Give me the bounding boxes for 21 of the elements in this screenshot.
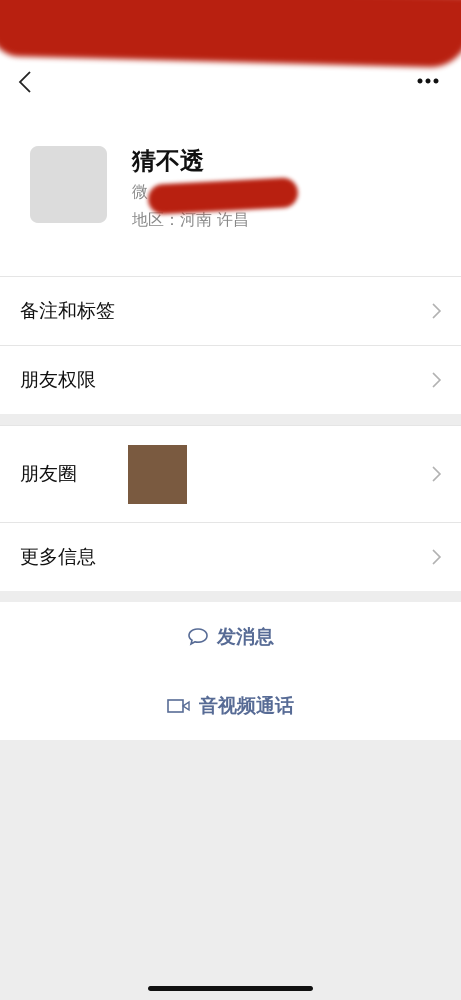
region-text: 地区：河南 许昌	[132, 209, 250, 231]
more-icon[interactable]	[417, 78, 439, 84]
chat-bubble-icon	[187, 626, 209, 646]
chevron-right-icon	[432, 372, 441, 388]
chevron-right-icon	[432, 466, 441, 482]
row-label: 更多信息	[20, 545, 97, 570]
menu-row[interactable]: 朋友权限	[0, 345, 461, 414]
row-label: 朋友圈	[20, 462, 78, 487]
back-icon[interactable]	[18, 70, 32, 94]
chevron-right-icon	[432, 549, 441, 565]
wechat-id: 微	[132, 181, 149, 203]
menu-row[interactable]: 更多信息	[0, 522, 461, 591]
action-button[interactable]: 音视频通话	[0, 671, 461, 740]
action-button[interactable]: 发消息	[0, 602, 461, 671]
moments-row[interactable]: 朋友圈	[0, 425, 461, 522]
video-camera-icon	[167, 698, 191, 714]
contact-name: 猜不透	[132, 146, 205, 176]
menu-row[interactable]: 备注和标签	[0, 276, 461, 345]
chevron-right-icon	[432, 303, 441, 319]
row-label: 朋友权限	[20, 368, 97, 393]
row-label: 备注和标签	[20, 299, 116, 324]
